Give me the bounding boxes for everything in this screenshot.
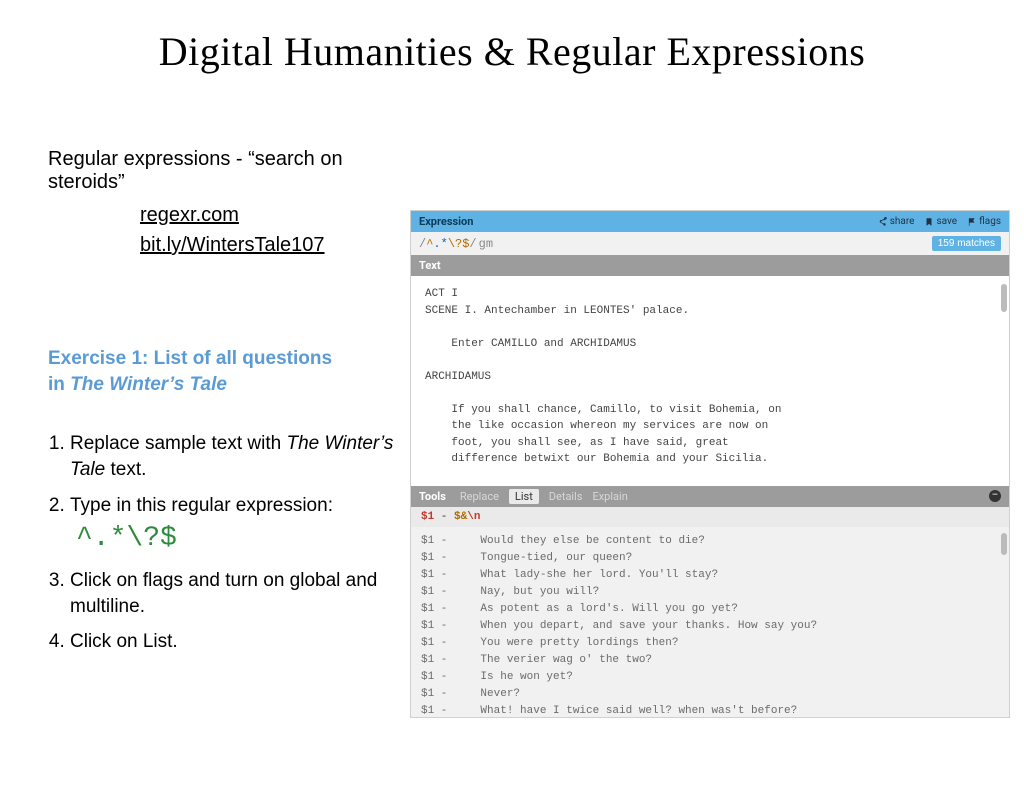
tab-details[interactable]: Details: [549, 490, 583, 503]
share-icon: [878, 217, 888, 227]
share-label: share: [890, 216, 915, 227]
regex-esc-q: \?: [448, 237, 462, 251]
expression-input[interactable]: /^.*\?$/gm: [419, 237, 493, 251]
step-3: Click on flags and turn on global and mu…: [70, 568, 398, 619]
save-button[interactable]: save: [924, 216, 957, 227]
link-regexr[interactable]: regexr.com: [140, 200, 398, 230]
scrollbar-thumb[interactable]: [1001, 284, 1007, 312]
lp-mid: -: [434, 511, 454, 523]
list-format-input[interactable]: $1 - $&\n: [411, 507, 1009, 527]
exercise-heading: Exercise 1: List of all questions in The…: [48, 346, 398, 397]
link-winterstale[interactable]: bit.ly/WintersTale107: [140, 230, 398, 260]
intro-text: Regular expressions - “search on steroid…: [48, 148, 398, 194]
collapse-icon[interactable]: –: [989, 490, 1001, 502]
step-1-text-c: text.: [105, 459, 146, 480]
text-label: Text: [419, 259, 441, 272]
regex-flags: gm: [479, 237, 493, 251]
regex-slash-close: /: [469, 237, 476, 251]
save-label: save: [936, 216, 957, 227]
list-output-text: $1 - Would they else be content to die? …: [421, 535, 817, 717]
tab-explain[interactable]: Explain: [592, 490, 627, 503]
step-2: Type in this regular expression: ^.*\?$: [70, 493, 398, 558]
step-4: Click on List.: [70, 629, 398, 655]
share-button[interactable]: share: [878, 216, 915, 227]
flags-button[interactable]: flags: [967, 216, 1001, 227]
regex-dot: .: [433, 237, 440, 251]
list-output-pane[interactable]: $1 - Would they else be content to die? …: [411, 527, 1009, 717]
step-1-text-a: Replace sample text with: [70, 433, 287, 454]
flags-label: flags: [979, 216, 1001, 227]
slide-title: Digital Humanities & Regular Expressions: [0, 28, 1024, 75]
bookmark-icon: [924, 217, 934, 227]
tools-label: Tools: [419, 490, 446, 503]
tab-replace[interactable]: Replace: [460, 490, 499, 503]
regex-star: *: [441, 237, 448, 251]
exercise-heading-title: The Winter’s Tale: [70, 374, 227, 395]
step-2-regex: ^.*\?$: [76, 520, 398, 558]
text-pane[interactable]: ACT I SCENE I. Antechamber in LEONTES' p…: [411, 276, 1009, 486]
step-1: Replace sample text with The Winter’s Ta…: [70, 431, 398, 482]
lp-d1: $1: [421, 511, 434, 523]
lp-nl: \n: [467, 511, 480, 523]
scrollbar-thumb[interactable]: [1001, 533, 1007, 555]
match-count-badge: 159 matches: [932, 236, 1001, 251]
tab-list[interactable]: List: [509, 489, 539, 504]
expression-label: Expression: [419, 215, 473, 228]
sample-text: ACT I SCENE I. Antechamber in LEONTES' p…: [425, 288, 781, 465]
lp-amp: $&: [454, 511, 467, 523]
step-2-text: Type in this regular expression:: [70, 495, 333, 516]
steps-list: Replace sample text with The Winter’s Ta…: [48, 431, 398, 655]
flag-icon: [967, 217, 977, 227]
regexr-panel: Expression share save flags /^.*\?$/gm 1…: [410, 210, 1010, 718]
